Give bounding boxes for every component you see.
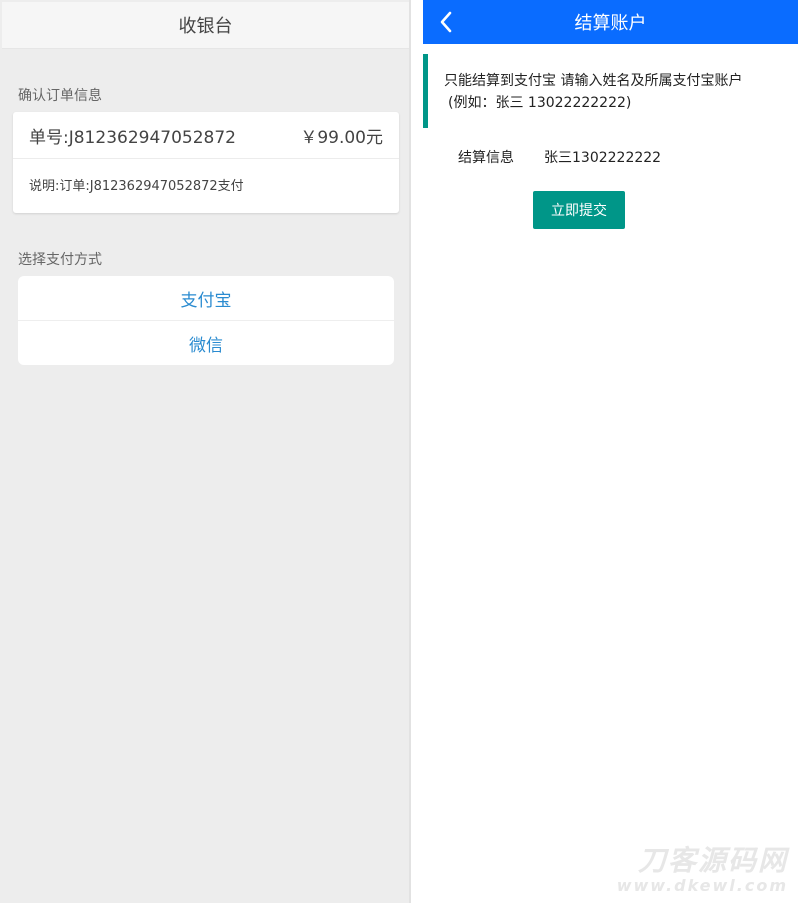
payment-method-label: 选择支付方式 (18, 252, 102, 268)
settlement-notice: 只能结算到支付宝 请输入姓名及所属支付宝账户 (例如：张三 1302222222… (423, 54, 798, 128)
order-number: 单号:J812362947052872 (29, 127, 236, 148)
settlement-title: 结算账户 (574, 13, 647, 34)
order-amount: ￥99.00元 (300, 127, 383, 148)
confirm-order-label: 确认订单信息 (18, 88, 102, 104)
site-watermark: 刀客源码网 www.dkewl.com (616, 844, 788, 896)
order-description: 说明:订单:J812362947052872支付 (29, 179, 244, 194)
order-card: 单号:J812362947052872 ￥99.00元 说明:订单:J81236… (13, 112, 399, 213)
pay-wechat-button[interactable]: 微信 (18, 320, 394, 365)
settlement-panel: 结算账户 只能结算到支付宝 请输入姓名及所属支付宝账户 (例如：张三 13022… (423, 0, 798, 903)
notice-line-1: 只能结算到支付宝 请输入姓名及所属支付宝账户 (444, 73, 743, 89)
settlement-info-field[interactable]: 张三1302222222 (544, 147, 661, 167)
cashier-header: 收银台 (2, 2, 409, 49)
cashier-title: 收银台 (178, 16, 233, 37)
back-button[interactable] (433, 8, 459, 36)
chevron-left-icon (440, 11, 452, 33)
notice-line-2: (例如：张三 13022222222) (448, 95, 632, 111)
order-summary-row: 单号:J812362947052872 ￥99.00元 (13, 112, 399, 159)
settlement-info-label: 结算信息 (458, 150, 514, 166)
cashier-panel: 收银台 确认订单信息 单号:J812362947052872 ￥99.00元 说… (0, 0, 411, 903)
settlement-info-row: 结算信息 张三1302222222 (458, 146, 661, 168)
payment-method-list: 支付宝 微信 (18, 276, 394, 365)
watermark-title: 刀客源码网 (637, 844, 788, 877)
watermark-url: www.dkewl.com (616, 876, 788, 895)
pay-alipay-button[interactable]: 支付宝 (18, 276, 394, 320)
settlement-header: 结算账户 (423, 0, 798, 44)
submit-button[interactable]: 立即提交 (533, 191, 625, 229)
